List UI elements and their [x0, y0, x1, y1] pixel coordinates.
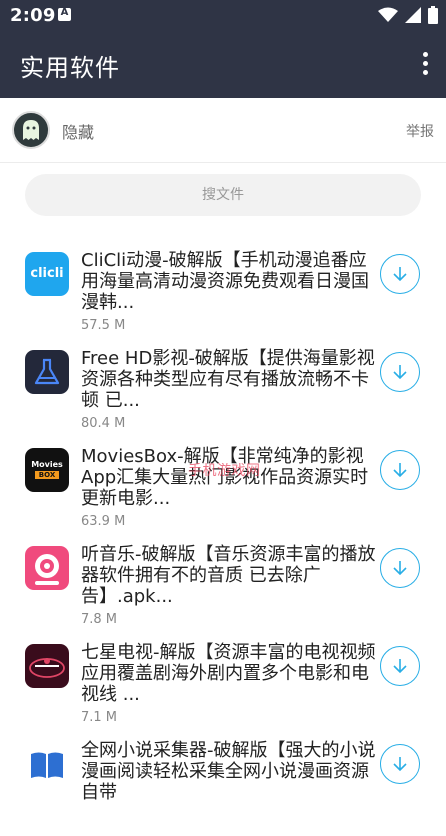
- ghost-avatar-icon: [23, 120, 39, 140]
- item-size: 57.5 M: [81, 318, 126, 333]
- list-item[interactable]: 全网小说采集器-破解版【强大的小说漫画阅读轻松采集全网小说漫画资源自带: [0, 738, 446, 836]
- item-title: Free HD影视-破解版【提供海量影视资源各种类型应有尽有播放流畅不卡顿 已.…: [81, 348, 375, 411]
- clicli-logo-icon: clicli: [25, 252, 69, 296]
- item-title: 听音乐-破解版【音乐资源丰富的播放器软件拥有不的音质 已去除广告】.apk...: [81, 544, 376, 607]
- status-icons: [378, 6, 438, 24]
- list-item[interactable]: clicli CliCli动漫-破解版【手机动漫追番应用海量高清动漫资源免费观看…: [0, 248, 446, 346]
- moviesbox-logo-text: Movies: [31, 460, 63, 469]
- book-icon: [25, 742, 69, 786]
- item-size: 7.1 M: [81, 710, 118, 725]
- avatar[interactable]: [12, 111, 50, 149]
- clicli-logo-text: clicli: [30, 266, 64, 281]
- cellular-signal-icon: [405, 7, 421, 23]
- download-button[interactable]: [380, 254, 420, 294]
- item-size: 63.9 M: [81, 514, 126, 529]
- uploader-name[interactable]: 隐藏: [62, 119, 94, 143]
- item-title: 全网小说采集器-破解版【强大的小说漫画阅读轻松采集全网小说漫画资源自带: [81, 740, 376, 803]
- notification-a-icon: A: [58, 7, 71, 21]
- download-button[interactable]: [380, 450, 420, 490]
- watermark: 手机游戏网: [188, 463, 261, 479]
- report-link[interactable]: 举报: [406, 121, 434, 141]
- moviesbox-logo-icon: Movies BOX: [25, 448, 69, 492]
- download-button[interactable]: [380, 352, 420, 392]
- flask-icon: [25, 350, 69, 394]
- uploader-bar: 隐藏 举报: [0, 98, 446, 163]
- app-bar: 实用软件: [0, 30, 446, 98]
- item-title: 七星电视-解版【资源丰富的电视视频应用覆盖剧海外剧内置多个电影和电视线 ...: [81, 642, 376, 705]
- status-time: 2:09: [10, 5, 56, 26]
- download-arrow-icon: [393, 463, 407, 478]
- download-arrow-icon: [393, 267, 407, 282]
- download-button[interactable]: [380, 744, 420, 784]
- search-input[interactable]: 搜文件: [25, 174, 421, 216]
- list-item[interactable]: 听音乐-破解版【音乐资源丰富的播放器软件拥有不的音质 已去除广告】.apk...…: [0, 542, 446, 640]
- status-bar: 2:09 A: [0, 0, 446, 30]
- list-item[interactable]: Free HD影视-破解版【提供海量影视资源各种类型应有尽有播放流畅不卡顿 已.…: [0, 346, 446, 444]
- download-arrow-icon: [393, 561, 407, 576]
- item-title: CliCli动漫-破解版【手机动漫追番应用海量高清动漫资源免费观看日漫国漫韩..…: [81, 250, 369, 313]
- notification-letter: A: [60, 7, 69, 18]
- download-arrow-icon: [393, 659, 407, 674]
- wifi-icon: [378, 7, 398, 22]
- download-arrow-icon: [393, 365, 407, 380]
- list-item[interactable]: 七星电视-解版【资源丰富的电视视频应用覆盖剧海外剧内置多个电影和电视线 ... …: [0, 640, 446, 738]
- moviesbox-logo-box: BOX: [35, 471, 59, 479]
- battery-icon: [428, 6, 438, 24]
- item-size: 7.8 M: [81, 612, 118, 627]
- qixing-tv-icon: [25, 644, 69, 688]
- download-button[interactable]: [380, 548, 420, 588]
- item-size: 80.4 M: [81, 416, 126, 431]
- list-item[interactable]: Movies BOX MoviesBox-解版【非常纯净的影视App汇集大量热门…: [0, 444, 446, 542]
- more-options-icon[interactable]: [422, 52, 428, 76]
- file-list: clicli CliCli动漫-破解版【手机动漫追番应用海量高清动漫资源免费观看…: [0, 248, 446, 836]
- download-arrow-icon: [393, 757, 407, 772]
- music-app-icon: [25, 546, 69, 590]
- download-button[interactable]: [380, 646, 420, 686]
- page-title: 实用软件: [20, 54, 120, 82]
